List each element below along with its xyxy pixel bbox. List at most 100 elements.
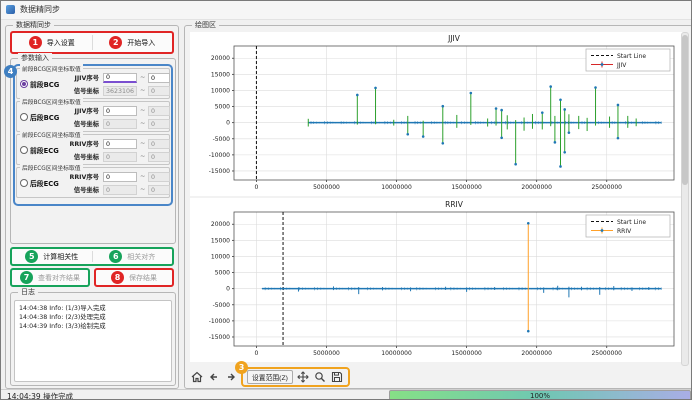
svg-text:10000000: 10000000: [381, 184, 412, 191]
svg-text:RRIV: RRIV: [617, 228, 632, 235]
tilde: ~: [140, 73, 145, 81]
svg-text:JJIV: JJIV: [616, 62, 627, 69]
radio-button[interactable]: [20, 113, 28, 121]
svg-text:-5000: -5000: [213, 302, 231, 309]
compute-correlation-button[interactable]: 5 计算相关性: [12, 249, 92, 264]
jjiv-index-end-input[interactable]: [148, 73, 170, 83]
radio-rear-ecg[interactable]: 后段ECG: [20, 178, 59, 188]
radio-front-ecg[interactable]: 前段ECG: [20, 145, 59, 155]
import-settings-label: 导入设置: [47, 38, 75, 48]
rriv-index-end-input[interactable]: [148, 172, 170, 182]
signal-coord-end-input[interactable]: [148, 119, 170, 129]
signal-coord-end-input[interactable]: [148, 152, 170, 162]
section-front-bcg: 前段BCG区间坐标取值 前段BCG JJIV序号 ~ 信号坐标 ~: [16, 68, 170, 99]
window-title: 数据精同步: [20, 4, 60, 15]
sync-groupbox-label: 数据精同步: [13, 20, 54, 30]
svg-text:5000000: 5000000: [313, 184, 340, 191]
step-badge-4: 4: [4, 65, 17, 78]
field-label: JJIV序号: [59, 106, 99, 115]
plot-toolbar: 3 设置范围(Z): [190, 366, 350, 388]
progress-bar: 100%: [389, 390, 691, 400]
radio-button[interactable]: [20, 179, 28, 187]
rriv-index-end-input[interactable]: [148, 139, 170, 149]
forward-icon[interactable]: [224, 371, 237, 384]
tilde: ~: [140, 86, 145, 94]
back-icon[interactable]: [207, 371, 220, 384]
svg-text:5000: 5000: [215, 270, 230, 277]
tilde: ~: [140, 106, 145, 114]
set-range-button[interactable]: 设置范围(Z): [247, 370, 293, 384]
signal-coord-end-input[interactable]: [148, 185, 170, 195]
params-groupbox-label: 参数输入: [18, 53, 52, 63]
field-label: RRIV序号: [59, 139, 99, 148]
svg-text:Start Line: Start Line: [617, 53, 646, 60]
tilde: ~: [140, 185, 145, 193]
rriv-chart: -15000-10000-500005000100001500020000050…: [190, 198, 684, 362]
svg-text:-5000: -5000: [213, 136, 231, 143]
log-line: 14:04:38 Info: (1/3)导入完成: [19, 304, 167, 313]
view-align-result-button[interactable]: 7 查看对齐结果: [10, 268, 90, 287]
svg-text:-15000: -15000: [209, 168, 230, 175]
log-output[interactable]: 14:04:38 Info: (1/3)导入完成 14:04:38 Info: …: [14, 300, 172, 382]
rriv-index-start-input[interactable]: [103, 172, 137, 182]
section-rear-bcg: 后段BCG区间坐标取值 后段BCG JJIV序号 ~ 信号坐标 ~: [16, 101, 170, 132]
sync-groupbox: 数据精同步 1 导入设置 2 开始导入 参数输入 4 前段BCG区间坐标取值: [5, 25, 179, 389]
start-import-label: 开始导入: [127, 38, 155, 48]
jjiv-index-start-input[interactable]: [103, 106, 137, 116]
signal-coord-start-input[interactable]: [103, 119, 137, 129]
signal-coord-start-input[interactable]: [103, 185, 137, 195]
svg-text:0: 0: [226, 120, 230, 127]
rriv-index-start-input[interactable]: [103, 139, 137, 149]
svg-text:0: 0: [226, 286, 230, 293]
jjiv-index-start-input[interactable]: [103, 73, 137, 83]
start-import-button[interactable]: 2 开始导入: [93, 33, 173, 52]
tilde: ~: [140, 119, 145, 127]
svg-text:5000: 5000: [215, 104, 230, 111]
section-rear-ecg: 后段ECG区间坐标取值 后段ECG RRIV序号 ~ 信号坐标 ~: [16, 167, 170, 198]
log-groupbox: 日志 14:04:38 Info: (1/3)导入完成 14:04:38 Inf…: [10, 292, 176, 386]
scrollbar-thumb[interactable]: [682, 35, 688, 185]
svg-text:20000000: 20000000: [521, 184, 552, 191]
section-title: 前段ECG区间坐标取值: [20, 130, 83, 139]
field-label: 信号坐标: [59, 152, 99, 161]
svg-text:15000: 15000: [211, 71, 230, 78]
step-badge-1: 1: [29, 36, 42, 49]
radio-button[interactable]: [20, 80, 28, 88]
plot-groupbox: 绘图区 -15000-10000-50000500010000150002000…: [184, 25, 692, 389]
svg-text:Start Line: Start Line: [617, 219, 646, 226]
svg-text:15000000: 15000000: [451, 184, 482, 191]
zoom-icon[interactable]: [314, 371, 327, 384]
field-label: 信号坐标: [59, 119, 99, 128]
svg-text:15000000: 15000000: [451, 350, 482, 357]
pan-icon[interactable]: [297, 371, 310, 384]
app-window: 数据精同步 数据精同步 1 导入设置 2 开始导入 参数输入 4 前段BCG区间…: [0, 0, 692, 400]
tilde: ~: [140, 152, 145, 160]
signal-coord-start-input[interactable]: [103, 152, 137, 162]
correlation-align-button[interactable]: 6 相关对齐: [93, 249, 173, 264]
save-result-button[interactable]: 8 保存结果: [94, 268, 174, 287]
radio-button[interactable]: [20, 146, 28, 154]
save-icon[interactable]: [331, 371, 344, 384]
status-message: 14:04:39 操作完成: [7, 391, 73, 400]
svg-text:20000000: 20000000: [521, 350, 552, 357]
plot-scrollbar[interactable]: [681, 32, 689, 366]
jjiv-index-end-input[interactable]: [148, 106, 170, 116]
import-settings-button[interactable]: 1 导入设置: [12, 33, 92, 52]
range-tools-group: 3 设置范围(Z): [241, 367, 350, 387]
step-badge-6: 6: [109, 250, 122, 263]
field-label: 信号坐标: [59, 185, 99, 194]
svg-text:-10000: -10000: [209, 152, 230, 159]
svg-text:0: 0: [255, 184, 259, 191]
step-badge-2: 2: [109, 36, 122, 49]
log-groupbox-label: 日志: [18, 287, 38, 297]
home-icon[interactable]: [190, 371, 203, 384]
svg-text:JJIV: JJIV: [447, 34, 461, 43]
signal-coord-start-input[interactable]: [103, 86, 137, 96]
radio-rear-bcg[interactable]: 后段BCG: [20, 112, 59, 122]
svg-text:5000000: 5000000: [313, 350, 340, 357]
correlation-buttons-group: 5 计算相关性 6 相关对齐: [10, 247, 174, 266]
radio-front-bcg[interactable]: 前段BCG: [20, 79, 59, 89]
signal-coord-end-input[interactable]: [148, 86, 170, 96]
progress-label: 100%: [530, 392, 550, 400]
svg-text:20000: 20000: [211, 55, 230, 62]
